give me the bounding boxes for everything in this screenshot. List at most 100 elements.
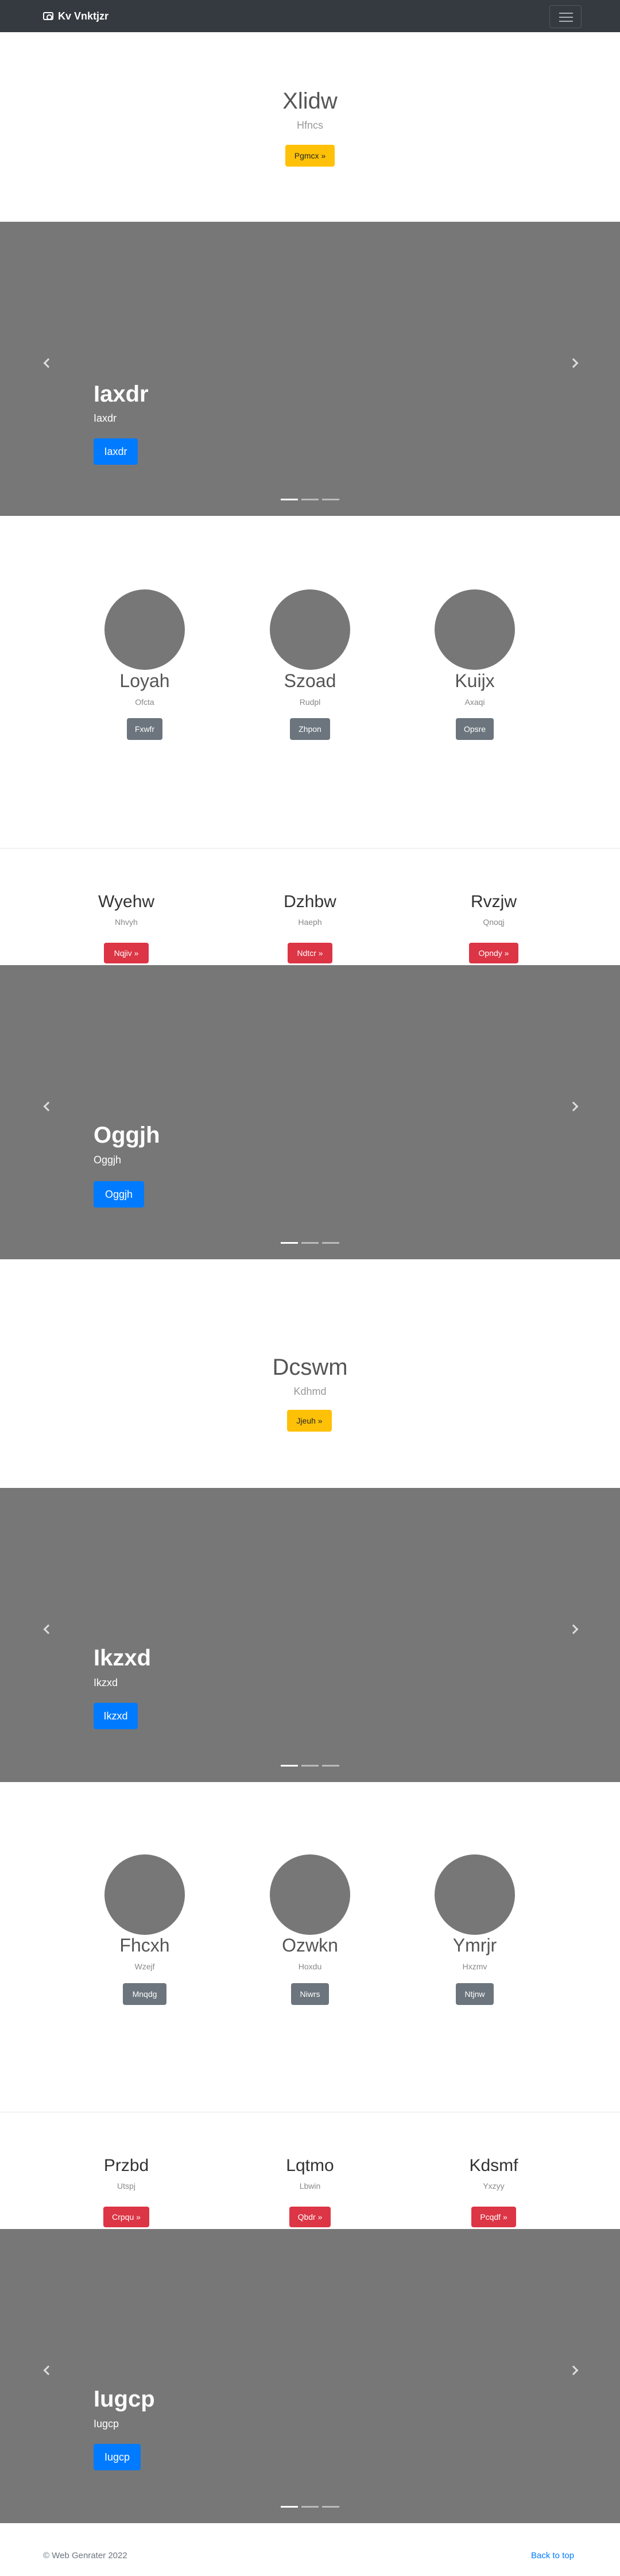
carousel-caption-subtitle: Iugcp xyxy=(94,2418,119,2430)
carousel-prev-icon[interactable] xyxy=(43,1624,53,1634)
member-name: Szoad xyxy=(284,670,336,691)
carousel-2: Oggjh Oggjh Oggjh xyxy=(0,965,620,1259)
member-name: Ozwkn xyxy=(282,1935,338,1956)
avatar xyxy=(270,589,350,670)
carousel-4: Iugcp Iugcp Iugcp xyxy=(0,2229,620,2523)
member-button[interactable]: Mnqdg xyxy=(123,1983,166,2005)
member-role: Wzejf xyxy=(134,1962,155,1971)
jumbotron-button[interactable]: Pgmcx » xyxy=(285,145,335,167)
member-name: Fhcxh xyxy=(119,1935,170,1956)
team-section-1: Loyah Ofcta Fxwfr Szoad Rudpl Zhpon Kuij… xyxy=(0,516,620,848)
carousel-next-icon[interactable] xyxy=(568,1624,579,1634)
member-button[interactable]: Ntjnw xyxy=(456,1983,494,2005)
carousel-indicators xyxy=(281,2506,339,2508)
jumbotron-1: Xlidw Hfncs Pgmcx » xyxy=(0,32,620,222)
carousel-caption-title: Oggjh xyxy=(94,1123,160,1148)
jumbotron-subtitle: Kdhmd xyxy=(293,1386,327,1397)
carousel-indicators xyxy=(281,499,339,501)
jumbotron-button[interactable]: Jjeuh » xyxy=(287,1410,332,1432)
carousel-indicators xyxy=(281,1765,339,1767)
footer: © Web Genrater 2022 Back to top xyxy=(0,2538,620,2576)
jumbotron-subtitle: Hfncs xyxy=(296,119,323,131)
carousel-indicator[interactable] xyxy=(281,2506,298,2508)
carousel-indicator[interactable] xyxy=(301,1765,319,1767)
avatar xyxy=(270,1854,350,1935)
carousel-indicator[interactable] xyxy=(281,1765,298,1767)
jumbotron-title: Dcswm xyxy=(272,1355,348,1380)
feature-subtitle: Lbwin xyxy=(299,2181,321,2191)
carousel-indicator[interactable] xyxy=(322,1242,339,1244)
carousel-indicator[interactable] xyxy=(301,1242,319,1244)
carousel-next-icon[interactable] xyxy=(568,358,579,368)
carousel-caption-button[interactable]: Ikzxd xyxy=(94,1703,138,1729)
carousel-caption-subtitle: Ikzxd xyxy=(94,1677,118,1688)
feature-button[interactable]: Ndtcr » xyxy=(288,943,332,963)
feature-title: Wyehw xyxy=(98,892,155,911)
member-name: Ymrjr xyxy=(452,1935,497,1956)
navbar-brand[interactable]: Kv Vnktjzr xyxy=(43,9,108,23)
navbar: Kv Vnktjzr xyxy=(0,0,620,32)
avatar xyxy=(104,589,185,670)
member-role: Ofcta xyxy=(135,697,154,707)
avatar xyxy=(435,589,515,670)
member-button[interactable]: Fxwfr xyxy=(127,718,162,740)
feature-subtitle: Yxzyy xyxy=(483,2181,505,2191)
feature-subtitle: Haeph xyxy=(298,917,322,927)
member-name: Kuijx xyxy=(455,670,495,691)
footer-copyright: © Web Genrater 2022 xyxy=(43,2551,127,2560)
carousel-3: Ikzxd Ikzxd Ikzxd xyxy=(0,1488,620,1782)
navbar-toggler-button[interactable] xyxy=(549,5,582,28)
member-name: Loyah xyxy=(119,670,170,691)
carousel-prev-icon[interactable] xyxy=(43,1101,53,1112)
carousel-prev-icon[interactable] xyxy=(43,2365,53,2376)
camera-icon xyxy=(43,12,53,20)
carousel-indicator[interactable] xyxy=(281,499,298,500)
member-role: Hxzmv xyxy=(462,1962,487,1971)
features-section-1: Wyehw Nhvyh Nqjiv » Dzhbw Haeph Ndtcr » … xyxy=(0,849,620,965)
back-to-top-link[interactable]: Back to top xyxy=(531,2551,574,2560)
member-role: Rudpl xyxy=(299,697,321,707)
avatar xyxy=(435,1854,515,1935)
carousel-indicator[interactable] xyxy=(322,1765,339,1767)
feature-subtitle: Qnoqj xyxy=(483,917,505,927)
carousel-caption-title: Iugcp xyxy=(94,2386,155,2412)
brand-label: Kv Vnktjzr xyxy=(58,10,109,22)
carousel-indicator[interactable] xyxy=(322,499,339,500)
carousel-indicator[interactable] xyxy=(301,2506,319,2508)
feature-button[interactable]: Nqjiv » xyxy=(104,943,149,963)
feature-subtitle: Utspj xyxy=(117,2181,135,2191)
carousel-indicators xyxy=(281,1242,339,1244)
carousel-caption-subtitle: Oggjh xyxy=(94,1154,122,1166)
features-section-2: Przbd Utspj Crpqu » Lqtmo Lbwin Qbdr » K… xyxy=(0,2112,620,2229)
hamburger-icon xyxy=(559,13,573,14)
feature-button[interactable]: Qbdr » xyxy=(289,2207,331,2227)
jumbotron-2: Dcswm Kdhmd Jjeuh » xyxy=(0,1259,620,1488)
member-role: Axaqi xyxy=(464,697,485,707)
carousel-next-icon[interactable] xyxy=(568,2365,579,2376)
carousel-caption-button[interactable]: Iugcp xyxy=(94,2444,141,2470)
feature-title: Przbd xyxy=(103,2156,149,2175)
carousel-caption-title: Iaxdr xyxy=(94,381,149,407)
carousel-indicator[interactable] xyxy=(322,2506,339,2508)
feature-title: Rvzjw xyxy=(471,892,517,911)
member-button[interactable]: Opsre xyxy=(456,718,494,740)
jumbotron-title: Xlidw xyxy=(282,88,338,114)
carousel-prev-icon[interactable] xyxy=(43,358,53,368)
carousel-next-icon[interactable] xyxy=(568,1101,579,1112)
carousel-1: Iaxdr Iaxdr Iaxdr xyxy=(0,222,620,516)
feature-title: Dzhbw xyxy=(284,892,336,911)
member-role: Hoxdu xyxy=(298,1962,322,1971)
feature-button[interactable]: Opndy » xyxy=(469,943,518,963)
member-button[interactable]: Niwrs xyxy=(291,1983,329,2005)
member-button[interactable]: Zhpon xyxy=(290,718,330,740)
carousel-caption-title: Ikzxd xyxy=(94,1645,152,1671)
feature-button[interactable]: Pcqdf » xyxy=(471,2207,516,2227)
carousel-caption-button[interactable]: Oggjh xyxy=(94,1181,144,1208)
carousel-indicator[interactable] xyxy=(281,1242,298,1244)
feature-title: Lqtmo xyxy=(286,2156,334,2175)
carousel-caption-button[interactable]: Iaxdr xyxy=(94,438,138,465)
team-section-2: Fhcxh Wzejf Mnqdg Ozwkn Hoxdu Niwrs Ymrj… xyxy=(0,1782,620,2112)
carousel-indicator[interactable] xyxy=(301,499,319,500)
avatar xyxy=(104,1854,185,1935)
feature-button[interactable]: Crpqu » xyxy=(103,2207,149,2227)
